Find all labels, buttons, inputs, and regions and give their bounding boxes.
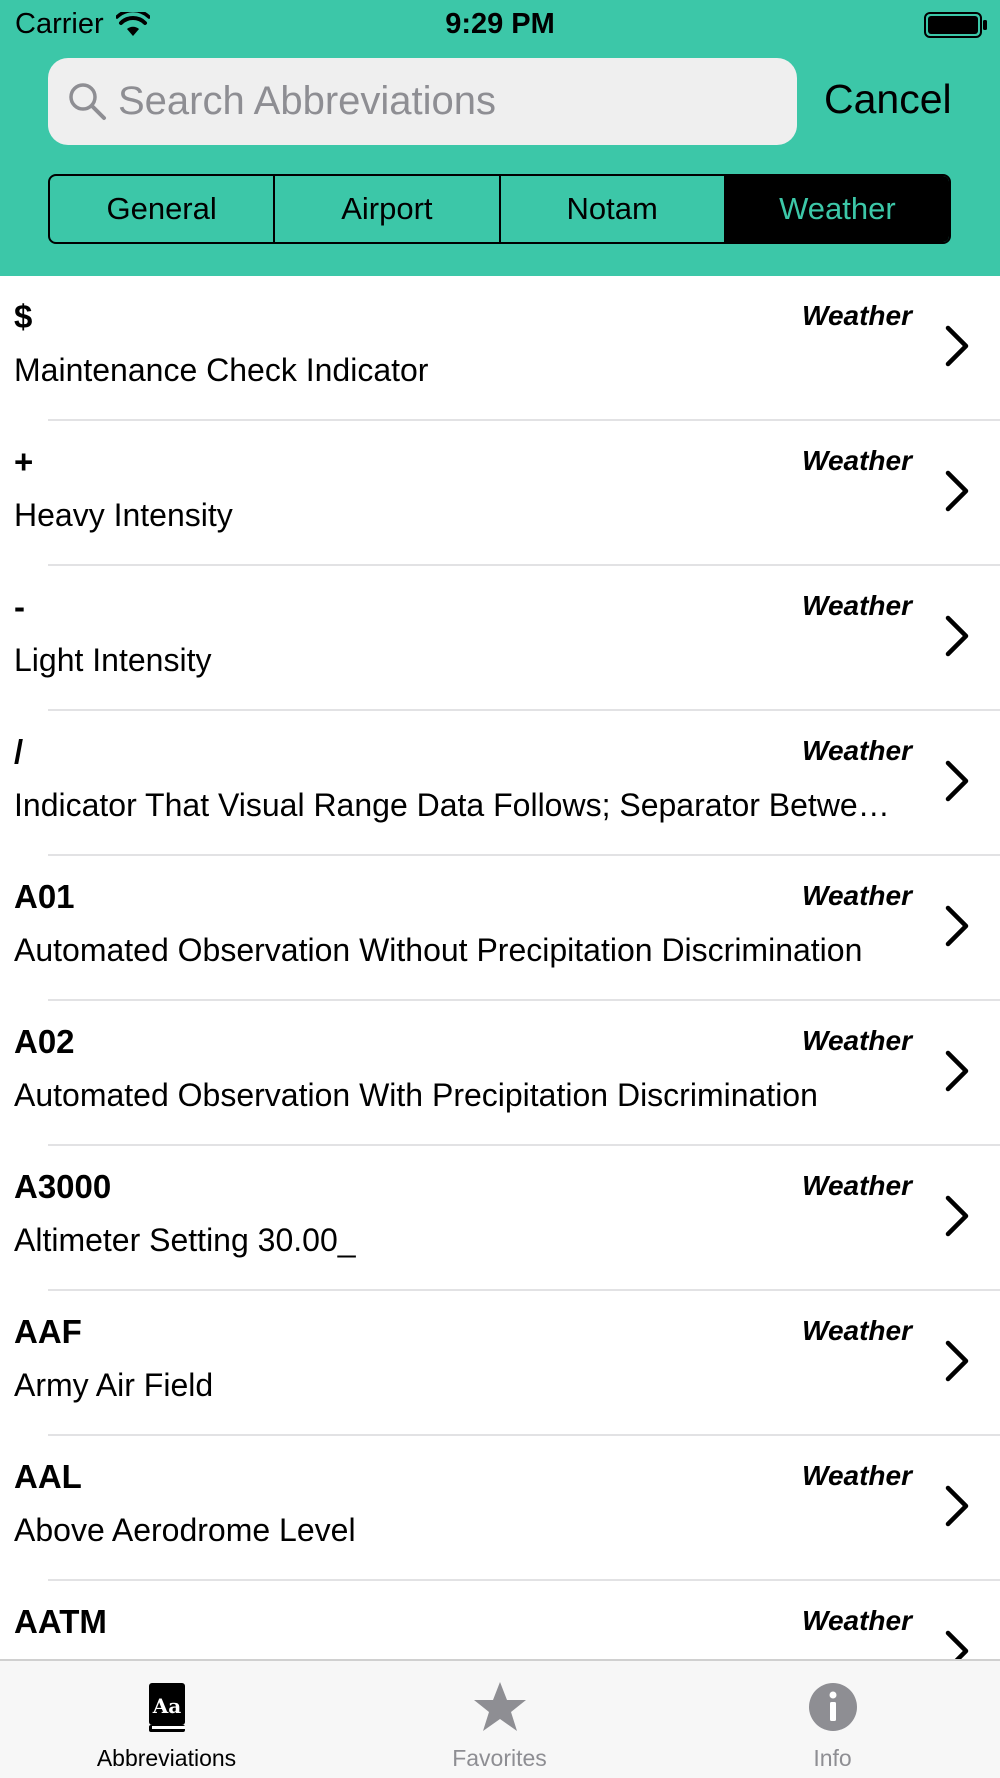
chevron-right-icon <box>945 1050 969 1092</box>
category-label: Weather <box>802 1605 912 1636</box>
search-bar[interactable] <box>48 58 797 145</box>
segment-general[interactable]: General <box>50 176 276 242</box>
category-label: Weather <box>802 1025 912 1056</box>
tab-abbreviations[interactable]: Aa Abbreviations <box>0 1661 333 1778</box>
category-label: Weather <box>802 1460 912 1491</box>
category-segmented-control: General Airport Notam Weather <box>48 174 951 244</box>
meaning-label: Automated Observation With Precipitation… <box>14 1077 818 1113</box>
status-bar: Carrier 9:29 PM <box>0 0 1000 52</box>
chevron-right-icon <box>945 470 969 512</box>
segment-airport[interactable]: Airport <box>275 176 501 242</box>
meaning-label: Army Air Field <box>14 1367 214 1403</box>
segment-notam[interactable]: Notam <box>501 176 726 242</box>
meaning-label: Above Aerodrome Level <box>14 1512 356 1548</box>
abbreviation-label: A01 <box>14 878 75 915</box>
chevron-right-icon <box>945 1630 969 1659</box>
abbreviation-label: AAL <box>14 1458 82 1495</box>
search-input[interactable] <box>118 58 778 145</box>
list-item[interactable]: - Weather Light Intensity <box>0 566 1000 711</box>
meaning-label: Altimeter Setting 30.00_ <box>14 1222 356 1258</box>
tab-info[interactable]: Info <box>666 1661 999 1778</box>
list-item[interactable]: + Weather Heavy Intensity <box>0 421 1000 566</box>
cancel-button[interactable]: Cancel <box>824 76 952 123</box>
list-item[interactable]: A01 Weather Automated Observation Without … <box>0 856 1000 1001</box>
list-item[interactable]: A02 Weather Automated Observation With Pre… <box>0 1001 1000 1146</box>
chevron-right-icon <box>945 1340 969 1382</box>
category-label: Weather <box>802 300 912 331</box>
list-item[interactable]: $ Weather Maintenance Check Indicator <box>0 276 1000 421</box>
search-icon <box>69 83 106 120</box>
abbreviation-label: A3000 <box>14 1168 112 1205</box>
chevron-right-icon <box>945 1485 969 1527</box>
meaning-label: Light Intensity <box>14 642 212 678</box>
abbreviation-label: - <box>14 588 25 625</box>
meaning-label: Indicator That Visual Range Data Follows… <box>14 787 894 823</box>
tab-label: Info <box>813 1745 852 1771</box>
info-icon <box>808 1683 857 1731</box>
abbreviation-label: AATM <box>14 1603 107 1640</box>
category-label: Weather <box>802 445 912 476</box>
abbreviation-list[interactable]: $ Weather Maintenance Check Indicator + Weat… <box>0 276 1000 1659</box>
list-item[interactable]: AAL Weather Above Aerodrome Level <box>0 1436 1000 1581</box>
category-label: Weather <box>802 1170 912 1201</box>
abbreviation-label: $ <box>14 298 33 335</box>
meaning-label: Heavy Intensity <box>14 497 233 533</box>
svg-text:Aa: Aa <box>151 1694 181 1718</box>
list-item[interactable]: AAF Weather Army Air Field <box>0 1291 1000 1436</box>
category-label: Weather <box>802 735 912 766</box>
battery-icon <box>924 12 987 38</box>
meaning-label: Automated Observation Without Precipitat… <box>14 932 863 968</box>
chevron-right-icon <box>945 1195 969 1237</box>
chevron-right-icon <box>945 905 969 947</box>
abbreviation-label: AAF <box>14 1313 82 1350</box>
chevron-right-icon <box>945 760 969 802</box>
status-time: 9:29 PM <box>445 8 555 40</box>
chevron-right-icon <box>945 325 969 367</box>
header: Carrier 9:29 PM Cancel GeneralAirportNot… <box>0 0 1000 276</box>
tab-favorites[interactable]: Favorites <box>333 1661 666 1778</box>
abbreviation-label: / <box>14 733 24 770</box>
abbreviation-label: + <box>14 443 34 480</box>
tab-label: Abbreviations <box>96 1745 237 1771</box>
chevron-right-icon <box>945 615 969 657</box>
abbreviation-label: A02 <box>14 1023 75 1060</box>
meaning-label: Maintenance Check Indicator <box>14 352 429 388</box>
tab-bar: Aa Abbreviations Favorites Info <box>0 1659 1000 1778</box>
list-item[interactable]: / Weather Indicator That Visual Range Data… <box>0 711 1000 856</box>
tab-label: Favorites <box>452 1745 547 1771</box>
star-icon <box>473 1682 526 1731</box>
list-item[interactable]: A3000 Weather Altimeter Setting 30.00_ <box>0 1146 1000 1291</box>
segment-weather[interactable]: Weather <box>725 176 949 242</box>
category-label: Weather <box>802 590 912 621</box>
category-label: Weather <box>802 880 912 911</box>
list-item[interactable]: AATM Weather <box>0 1581 1000 1659</box>
category-label: Weather <box>802 1315 912 1346</box>
book-icon: Aa <box>148 1683 185 1732</box>
